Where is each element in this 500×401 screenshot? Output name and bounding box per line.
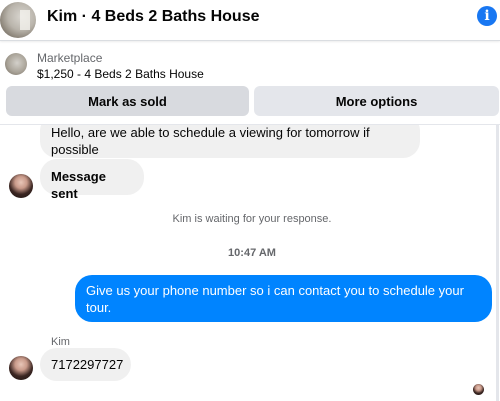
incoming-message: 7172297727 — [40, 348, 131, 381]
mark-as-sold-button[interactable]: Mark as sold — [6, 86, 249, 116]
more-options-button[interactable]: More options — [254, 86, 499, 116]
listing-thumbnail[interactable] — [5, 53, 27, 75]
seen-avatar-icon — [473, 384, 484, 395]
timestamp: 10:47 AM — [228, 247, 276, 259]
incoming-message: Message sent — [40, 159, 144, 201]
conversation-header: Kim · 4 Beds 2 Baths House i — [0, 0, 500, 41]
conversation-title[interactable]: Kim · 4 Beds 2 Baths House — [47, 8, 260, 26]
listing-title[interactable]: $1,250 - 4 Beds 2 Baths House — [37, 67, 204, 81]
avatar[interactable] — [0, 2, 36, 38]
listing-source: Marketplace — [37, 51, 103, 65]
scrollbar[interactable] — [496, 124, 499, 401]
avatar[interactable] — [9, 174, 33, 198]
outgoing-message: Give us your phone number so i can conta… — [75, 275, 492, 322]
avatar[interactable] — [9, 356, 33, 380]
waiting-notice: Kim is waiting for your response. — [172, 213, 332, 225]
info-icon[interactable]: i — [477, 6, 497, 26]
marketplace-listing-card: Marketplace $1,250 - 4 Beds 2 Baths Hous… — [0, 41, 500, 125]
sender-name: Kim — [51, 336, 70, 348]
